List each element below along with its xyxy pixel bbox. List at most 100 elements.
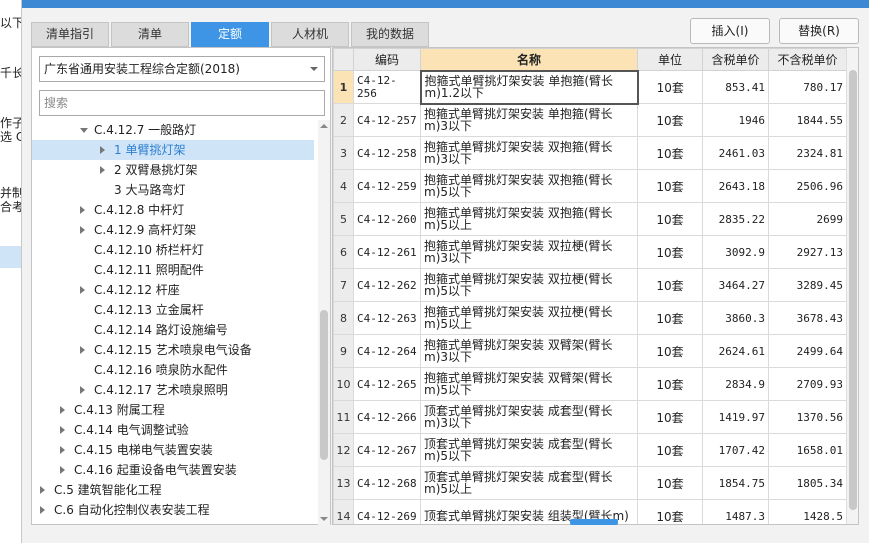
scroll-down-icon[interactable] [320,517,328,521]
quota-code[interactable]: C4-12-261 [353,235,421,269]
quota-name[interactable]: 抱箍式单臂挑灯架安装 双拉梗(臂长m)5以下 [420,268,638,302]
search-input[interactable] [39,90,325,116]
tab-bill[interactable]: 清单 [111,22,189,47]
row-index[interactable]: 14 [333,499,354,524]
caret-down-icon[interactable] [80,128,88,133]
quota-code[interactable]: C4-12-263 [353,301,421,335]
code-column-header[interactable]: 编码 [353,48,421,71]
table-row[interactable]: 5 C4-12-260 抱箍式单臂挑灯架安装 双抱箍(臂长m)5以上 10套 2835.… [333,202,847,236]
tax-price[interactable]: 1854.75 [702,466,769,500]
table-row[interactable]: 3 C4-12-258 抱箍式单臂挑灯架安装 双抱箍(臂长m)3以下 10套 2461.… [333,136,847,170]
quota-unit[interactable]: 10套 [637,70,703,104]
quota-name[interactable]: 抱箍式单臂挑灯架安装 双拉梗(臂长m)5以上 [420,301,638,335]
tree-node[interactable]: C.4.12.16 喷泉防水配件 [32,360,314,380]
quota-unit[interactable]: 10套 [637,367,703,401]
row-index[interactable]: 12 [333,433,354,467]
row-index[interactable]: 5 [333,202,354,236]
quota-unit[interactable]: 10套 [637,499,703,524]
notax-price[interactable]: 1658.01 [768,433,847,467]
tax-price[interactable]: 2835.22 [702,202,769,236]
caret-right-icon[interactable] [60,466,65,474]
notax-price[interactable]: 2699 [768,202,847,236]
tax-price[interactable]: 2624.61 [702,334,769,368]
tax-price[interactable]: 2461.03 [702,136,769,170]
notax-price[interactable]: 3289.45 [768,268,847,302]
table-row[interactable]: 2 C4-12-257 抱箍式单臂挑灯架安装 单抱箍(臂长m)3以下 10套 1946 1… [333,103,847,137]
notax-price[interactable]: 1428.5 [768,499,847,524]
tax-price-column-header[interactable]: 含税单价 [702,48,769,71]
tree-node[interactable]: C.4.12.7 一般路灯 [32,120,314,140]
table-row[interactable]: 7 C4-12-262 抱箍式单臂挑灯架安装 双拉梗(臂长m)5以下 10套 3464.… [333,268,847,302]
quota-code[interactable]: C4-12-260 [353,202,421,236]
caret-right-icon[interactable] [40,486,45,494]
quota-code[interactable]: C4-12-257 [353,103,421,137]
quota-unit[interactable]: 10套 [637,433,703,467]
tree-node[interactable]: C.4.12.10 桥栏杆灯 [32,240,314,260]
tree-node[interactable]: C.4.12.8 中杆灯 [32,200,314,220]
tree-node[interactable]: 3 大马路弯灯 [32,180,314,200]
quota-library-select[interactable]: 广东省通用安装工程综合定额(2018) [39,56,325,82]
quota-unit[interactable]: 10套 [637,466,703,500]
tax-price[interactable]: 1419.97 [702,400,769,434]
caret-right-icon[interactable] [60,406,65,414]
quota-name[interactable]: 抱箍式单臂挑灯架安装 双臂架(臂长m)5以下 [420,367,638,401]
quota-name[interactable]: 抱箍式单臂挑灯架安装 双抱箍(臂长m)3以下 [420,136,638,170]
tree-node[interactable]: C.5 建筑智能化工程 [32,480,314,500]
tree-node[interactable]: C.4.12.14 路灯设施编号 [32,320,314,340]
tree-node[interactable]: 1 单臂挑灯架 [32,140,314,160]
caret-right-icon[interactable] [100,146,105,154]
caret-right-icon[interactable] [100,166,105,174]
table-row[interactable]: 9 C4-12-264 抱箍式单臂挑灯架安装 双臂架(臂长m)3以下 10套 2624.… [333,334,847,368]
tax-price[interactable]: 3464.27 [702,268,769,302]
quota-unit[interactable]: 10套 [637,400,703,434]
tax-price[interactable]: 2834.9 [702,367,769,401]
table-row[interactable]: 6 C4-12-261 抱箍式单臂挑灯架安装 双拉梗(臂长m)3以下 10套 3092.… [333,235,847,269]
quota-unit[interactable]: 10套 [637,268,703,302]
row-index[interactable]: 1 [333,70,354,104]
quota-code[interactable]: C4-12-267 [353,433,421,467]
tree-node[interactable]: C.4.12.17 艺术喷泉照明 [32,380,314,400]
tree-node[interactable]: C.4.12.12 杆座 [32,280,314,300]
quota-code[interactable]: C4-12-264 [353,334,421,368]
quota-name[interactable]: 抱箍式单臂挑灯架安装 双抱箍(臂长m)5以下 [420,169,638,203]
quota-code[interactable]: C4-12-269 [353,499,421,524]
tax-price[interactable]: 853.41 [702,70,769,104]
insert-button[interactable]: 插入(I) [690,18,770,44]
tab-my-data[interactable]: 我的数据 [351,22,429,47]
notax-price[interactable]: 2324.81 [768,136,847,170]
row-index[interactable]: 4 [333,169,354,203]
row-index[interactable]: 8 [333,301,354,335]
row-index[interactable]: 9 [333,334,354,368]
row-index[interactable]: 10 [333,367,354,401]
table-scroll-thumb[interactable] [849,70,857,510]
caret-right-icon[interactable] [60,446,65,454]
tax-price[interactable]: 1707.42 [702,433,769,467]
quota-code[interactable]: C4-12-258 [353,136,421,170]
tree-node[interactable]: C.4.12.11 照明配件 [32,260,314,280]
scroll-up-icon[interactable] [320,124,328,128]
quota-unit[interactable]: 10套 [637,235,703,269]
caret-right-icon[interactable] [40,506,45,514]
tab-labor-material-machine[interactable]: 人材机 [271,22,349,47]
tree-node[interactable]: C.4.12.9 高杆灯架 [32,220,314,240]
table-row[interactable]: 1 C4-12-256 抱箍式单臂挑灯架安装 单抱箍(臂长m)1.2以下 10套 853… [333,69,847,105]
tax-price[interactable]: 3860.3 [702,301,769,335]
quota-name[interactable]: 顶套式单臂挑灯架安装 成套型(臂长m)5以上 [420,466,638,500]
tax-price[interactable]: 1487.3 [702,499,769,524]
notax-price[interactable]: 3678.43 [768,301,847,335]
tree-scrollbar[interactable] [318,120,330,525]
tax-price[interactable]: 2643.18 [702,169,769,203]
dialog-titlebar[interactable] [22,0,869,8]
row-index[interactable]: 3 [333,136,354,170]
replace-button[interactable]: 替换(R) [779,18,859,44]
quota-code[interactable]: C4-12-259 [353,169,421,203]
notax-price[interactable]: 2709.93 [768,367,847,401]
table-scrollbar[interactable] [846,48,858,524]
tree-scroll-thumb[interactable] [320,310,328,460]
name-column-header[interactable]: 名称 [420,48,638,71]
notax-price[interactable]: 1370.56 [768,400,847,434]
quota-name[interactable]: 抱箍式单臂挑灯架安装 单抱箍(臂长m)1.2以下 [419,69,639,105]
tab-bill-guide[interactable]: 清单指引 [31,22,109,47]
notax-price[interactable]: 1844.55 [768,103,847,137]
quota-name[interactable]: 顶套式单臂挑灯架安装 成套型(臂长m)3以下 [420,400,638,434]
